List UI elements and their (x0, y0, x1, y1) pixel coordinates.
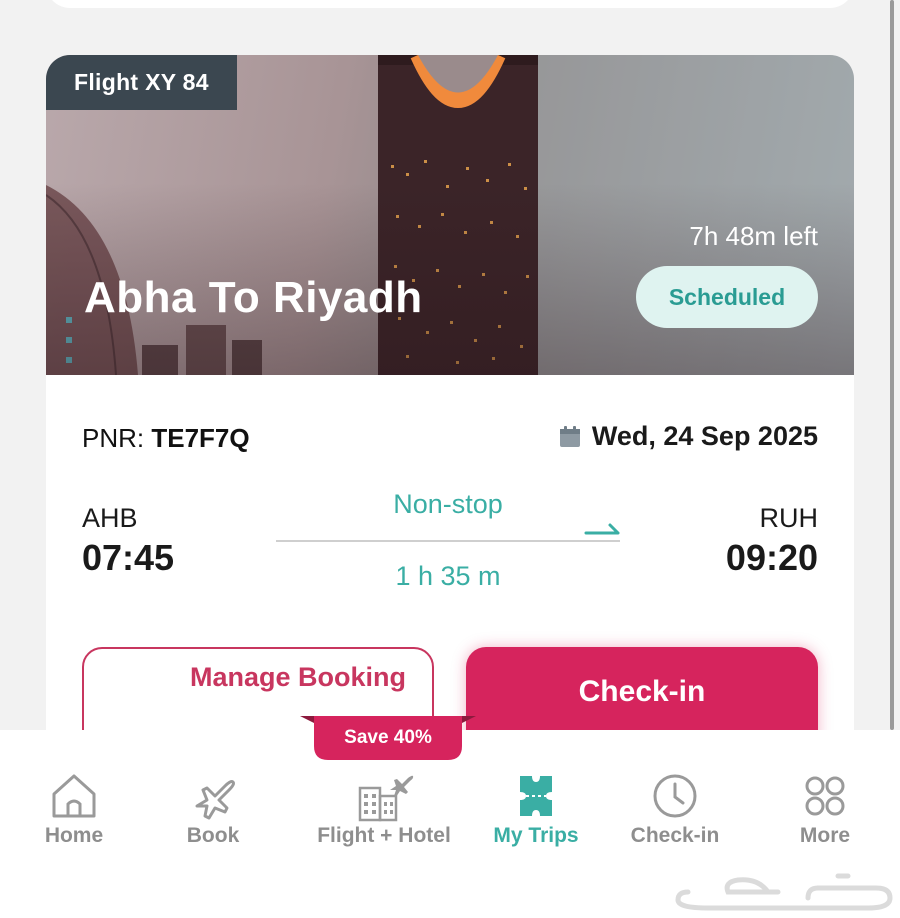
previous-card (46, 0, 854, 8)
hero-image: Flight XY 84 Abha To Riyadh 7h 48m left … (46, 55, 854, 375)
nav-item-home[interactable]: Home (0, 770, 154, 848)
nav-label: More (799, 824, 851, 847)
flight-duration: 1 h 35 m (395, 561, 501, 591)
nav-label: Check-in (630, 824, 720, 847)
trip-card[interactable]: Flight XY 84 Abha To Riyadh 7h 48m left … (46, 55, 854, 775)
stops-label: Non-stop (393, 489, 503, 519)
haraj-watermark-logo (675, 873, 893, 911)
nav-label: My Trips (493, 824, 579, 847)
flight-date: Wed, 24 Sep 2025 (558, 421, 818, 452)
time-left: 7h 48m left (689, 221, 818, 251)
grid-icon (805, 776, 845, 816)
pnr: PNR: TE7F7Q (82, 423, 250, 454)
flight-number-tag: Flight XY 84 (46, 55, 237, 110)
departure-code: AHB (82, 503, 138, 533)
save-badge: Save 40% (300, 716, 476, 762)
route-line (276, 540, 620, 542)
pnr-code: TE7F7Q (151, 423, 250, 453)
route-title: Abha To Riyadh (84, 273, 423, 322)
plane-icon (195, 780, 235, 820)
pnr-label: PNR: (82, 423, 145, 453)
departure-time: 07:45 (82, 537, 175, 578)
flight-hotel-icon (358, 775, 414, 822)
arrival-code: RUH (759, 503, 819, 533)
nav-label: Flight + Hotel (317, 824, 451, 847)
nav-item-more[interactable]: More (745, 770, 900, 848)
nav-item-my-trips[interactable]: My Trips (456, 770, 616, 848)
nav-label: Book (186, 824, 240, 847)
nav-label: Home (44, 824, 104, 847)
date-text: Wed, 24 Sep 2025 (591, 421, 818, 451)
clock-icon (653, 774, 697, 818)
home-icon (52, 774, 96, 818)
ticket-icon (520, 776, 552, 816)
arrow-right-icon (584, 523, 620, 535)
scrollbar[interactable] (890, 0, 894, 730)
nav-item-flight-hotel[interactable]: Flight + Hotel (304, 770, 464, 848)
status-badge: Scheduled (636, 266, 818, 328)
calendar-icon (559, 425, 580, 447)
nav-item-book[interactable]: Book (133, 770, 293, 848)
nav-item-check-in[interactable]: Check-in (595, 770, 755, 848)
arrival-time: 09:20 (725, 537, 818, 578)
save-badge-label: Save 40% (344, 727, 432, 748)
